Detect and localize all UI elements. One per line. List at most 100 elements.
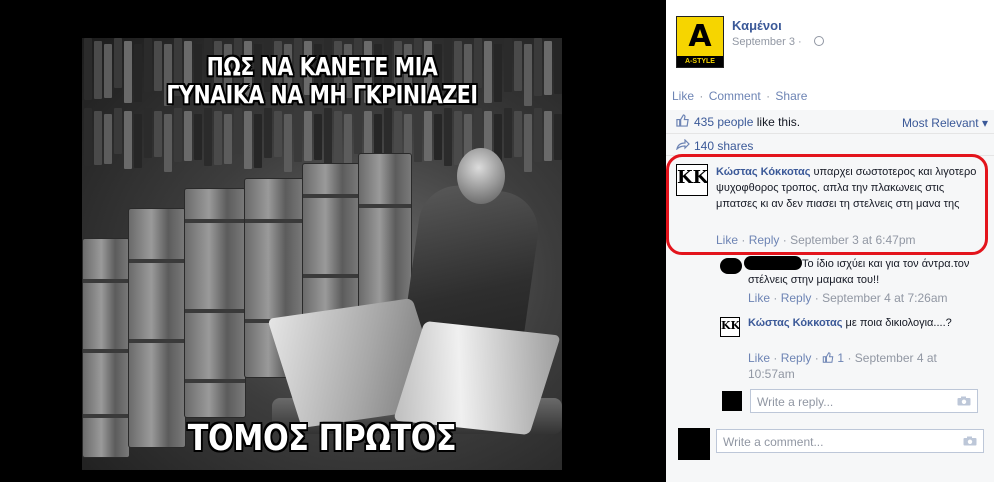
book-spine (554, 44, 562, 94)
book-spine (84, 108, 92, 166)
book-spine (334, 111, 342, 165)
likes-count-link[interactable]: 435 people (694, 115, 753, 129)
avatar[interactable]: KK (676, 164, 708, 196)
book-spine (524, 44, 532, 106)
reply-reply-link[interactable]: Reply (781, 291, 812, 305)
likes-suffix: like this. (756, 115, 801, 129)
reply-author[interactable]: Κώστας Κόκκοτας (748, 317, 842, 329)
separator: · (766, 89, 771, 103)
avatar[interactable]: KK (720, 317, 740, 337)
reply-meta: Like · Reply · 1 · September 4 at 10:57a… (748, 351, 937, 381)
book-spine (434, 114, 442, 160)
book-spine (164, 114, 172, 172)
camera-icon[interactable] (963, 436, 977, 446)
book-spine (114, 38, 122, 88)
book-spine (154, 111, 162, 157)
reply-input[interactable]: Write a reply... (750, 389, 978, 413)
book-spine (184, 111, 192, 161)
book-spine (94, 111, 102, 165)
book-spine (204, 108, 212, 166)
book-spine (124, 111, 132, 169)
kk-logo-icon: KK (721, 319, 740, 332)
comment-placeholder: Write a comment... (723, 435, 824, 449)
book-spine (544, 111, 552, 161)
book-spine (294, 108, 302, 162)
shares-link[interactable]: 140 shares (694, 139, 753, 153)
post-header: A A-STYLE Καμένοι September 3 · (676, 14, 986, 74)
shares-row: 140 shares (666, 134, 994, 156)
kk-logo-icon: KK (677, 167, 708, 188)
separator: · (699, 89, 704, 103)
a-style-logo-icon: A (688, 19, 712, 54)
like-link[interactable]: Like (672, 89, 694, 103)
thumbs-up-icon (676, 114, 689, 127)
book-spine (504, 108, 512, 158)
tome (128, 208, 186, 448)
post-date[interactable]: September 3 · (732, 36, 802, 48)
book-spine (254, 114, 262, 168)
book-spine (314, 114, 322, 160)
viewer-avatar (722, 391, 742, 411)
sort-dropdown[interactable]: Most Relevant ▾ (902, 116, 988, 130)
reply-timestamp[interactable]: September 4 at (855, 351, 937, 365)
book-spine (544, 41, 552, 95)
redacted-avatar (720, 258, 742, 274)
comment-timestamp[interactable]: September 3 at 6:47pm (790, 233, 915, 247)
book-spine (84, 38, 92, 100)
comment-author[interactable]: Κώστας Κόκκοτας (716, 166, 810, 178)
book-spine (514, 111, 522, 157)
book-spine (134, 114, 142, 168)
meme-caption-top-2: ΓΥΝΑΙΚΑ ΝΑ ΜΗ ΓΚΡΙΝΙΑΖΕΙ (166, 80, 478, 109)
book-spine (524, 114, 532, 172)
page-logo[interactable]: A A-STYLE (676, 16, 724, 68)
comment: KK Κώστας Κόκκοτας υπαρχει σωστοτερος κα… (676, 162, 986, 248)
reply-reply-link[interactable]: Reply (781, 351, 812, 365)
globe-icon (814, 36, 824, 46)
book-spine (424, 111, 432, 161)
comment-body: Κώστας Κόκκοτας υπαρχει σωστοτερος και λ… (716, 164, 980, 212)
man-head (457, 148, 505, 204)
reply-timestamp-cont[interactable]: 10:57am (748, 367, 795, 381)
reply-body: Κώστας Κόκκοτας με ποια δικιολογια....? (748, 315, 958, 331)
post-sidebar: A A-STYLE Καμένοι September 3 · Like · C… (666, 0, 994, 482)
book-spine (534, 108, 542, 162)
reply-like-count[interactable]: 1 (837, 351, 844, 365)
reply: KK Κώστας Κόκκοτας με ποια δικιολογια...… (720, 315, 990, 385)
camera-icon[interactable] (957, 396, 971, 406)
reply-like-link[interactable]: Like (748, 351, 770, 365)
logo-caption: A-STYLE (677, 56, 723, 67)
meme-caption-top-1: ΠΩΣ ΝΑ ΚΑΝΕΤΕ ΜΙΑ (206, 52, 438, 81)
book-spine (454, 111, 462, 165)
book-spine (104, 44, 112, 98)
book-spine (344, 114, 352, 164)
tome (184, 188, 246, 418)
book-spine (174, 108, 182, 162)
book-spine (264, 108, 272, 158)
book-spine (304, 111, 312, 161)
book-spine (104, 114, 112, 164)
book-spine (324, 108, 332, 166)
book-spine (214, 111, 222, 165)
likes-summary: 435 people like this. (694, 115, 800, 129)
feedback-panel: 435 people like this. Most Relevant ▾ 14… (666, 110, 994, 482)
share-link[interactable]: Share (775, 89, 807, 103)
book-spine (394, 111, 402, 157)
comment-reply-link[interactable]: Reply (749, 233, 780, 247)
book-spine (444, 108, 452, 166)
comment-link[interactable]: Comment (709, 89, 761, 103)
book-spine (194, 114, 202, 160)
reply-like-link[interactable]: Like (748, 291, 770, 305)
meme-photo[interactable]: ΠΩΣ ΝΑ ΚΑΝΕΤΕ ΜΙΑ ΓΥΝΑΙΚΑ ΝΑ ΜΗ ΓΚΡΙΝΙΑΖ… (82, 38, 562, 470)
reply-meta: Like · Reply · September 4 at 7:26am (748, 291, 948, 305)
reply-timestamp[interactable]: September 4 at 7:26am (822, 291, 947, 305)
book-spine (354, 108, 362, 154)
book-spine (94, 41, 102, 99)
comment-meta: Like · Reply · September 3 at 6:47pm (716, 233, 916, 247)
comment-like-link[interactable]: Like (716, 233, 738, 247)
book-spine (224, 114, 232, 164)
book-spine (274, 111, 282, 157)
page-name[interactable]: Καμένοι (732, 18, 782, 33)
post-actions: Like · Comment · Share (672, 89, 807, 103)
meme-caption-bottom: ΤΟΜΟΣ ΠΡΩΤΟΣ (187, 418, 457, 459)
comment-input[interactable]: Write a comment... (716, 429, 984, 453)
